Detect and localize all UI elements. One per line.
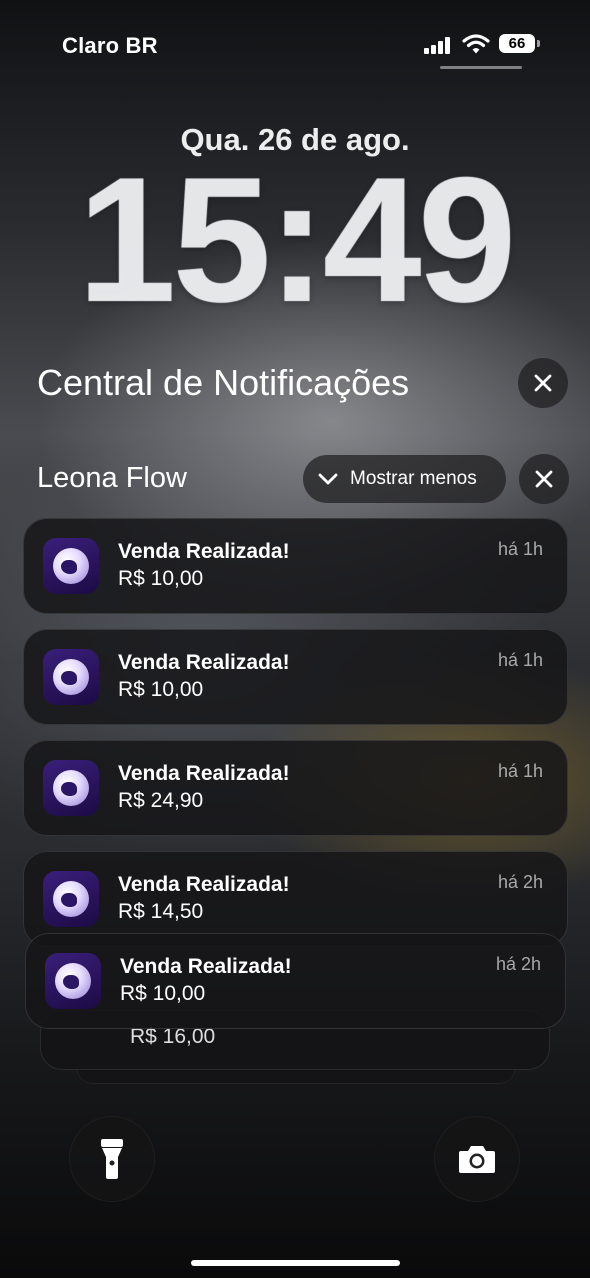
notification-title: Venda Realizada! <box>118 762 290 785</box>
notification-card[interactable]: Venda Realizada! R$ 10,00 há 1h <box>23 518 568 614</box>
notification-time: há 1h <box>497 539 543 559</box>
notification-amount: R$ 10,00 <box>118 567 204 590</box>
notification-amount: R$ 24,90 <box>118 789 204 812</box>
show-less-label: Mostrar menos <box>350 468 477 489</box>
cellular-signal-icon <box>424 36 452 54</box>
notification-title: Venda Realizada! <box>118 873 290 896</box>
notification-amount: R$ 14,50 <box>118 900 204 923</box>
notification-time: há 1h <box>497 650 543 670</box>
notification-amount: R$ 10,00 <box>118 678 204 701</box>
notification-title: Venda Realizada! <box>118 540 290 563</box>
flashlight-icon <box>101 1139 123 1179</box>
app-icon <box>43 538 99 594</box>
notification-time: há 1h <box>497 761 543 781</box>
lockscreen-clock: 15:49 <box>77 140 516 339</box>
show-less-button[interactable]: Mostrar menos <box>303 455 506 503</box>
status-bar: Claro BR 66 <box>0 0 590 90</box>
home-indicator[interactable] <box>191 1260 400 1266</box>
notification-card[interactable]: Venda Realizada! R$ 10,00 há 2h <box>25 933 566 1029</box>
notification-card[interactable]: Venda Realizada! R$ 10,00 há 1h <box>23 629 568 725</box>
notification-time: há 2h <box>497 872 543 892</box>
clear-all-button[interactable] <box>518 358 568 408</box>
close-icon <box>534 374 552 392</box>
battery-indicator: 66 <box>499 34 535 53</box>
app-icon <box>43 649 99 705</box>
notification-group-title: Leona Flow <box>37 462 187 494</box>
status-indicator-line <box>440 66 522 69</box>
camera-button[interactable] <box>434 1116 520 1202</box>
camera-icon <box>459 1146 495 1173</box>
carrier-name: Claro BR <box>62 33 158 58</box>
app-icon <box>43 760 99 816</box>
notification-time: há 2h <box>495 954 541 974</box>
notification-title: Venda Realizada! <box>118 651 290 674</box>
flashlight-button[interactable] <box>69 1116 155 1202</box>
clear-group-button[interactable] <box>519 454 569 504</box>
wifi-icon <box>462 33 490 60</box>
chevron-down-icon <box>318 473 338 485</box>
close-icon <box>535 470 553 488</box>
battery-tip <box>537 40 540 47</box>
notification-card[interactable]: Venda Realizada! R$ 24,90 há 1h <box>23 740 568 836</box>
notification-center-title: Central de Notificações <box>37 362 410 403</box>
app-icon <box>43 871 99 927</box>
app-icon <box>45 953 101 1009</box>
notification-amount: R$ 10,00 <box>120 982 206 1005</box>
notification-title: Venda Realizada! <box>120 955 292 978</box>
